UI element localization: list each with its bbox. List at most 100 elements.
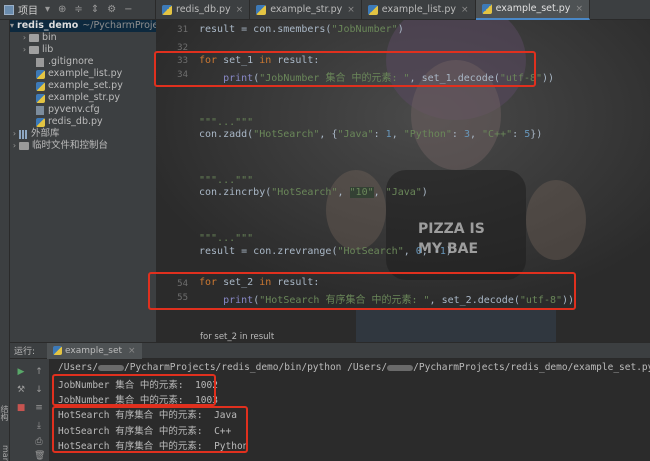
config-file-icon bbox=[36, 105, 44, 115]
tree-item-lib[interactable]: › lib bbox=[20, 44, 53, 56]
stop-icon[interactable]: ■ bbox=[16, 403, 26, 413]
line-number: 33 bbox=[177, 56, 188, 66]
line-number: 31 bbox=[177, 25, 188, 35]
tree-root-name: redis_demo bbox=[17, 20, 79, 31]
tree-item-label: .gitignore bbox=[48, 56, 94, 67]
scratches-icon bbox=[19, 142, 29, 150]
run-tab[interactable]: example_set × bbox=[47, 342, 142, 359]
console-output-line: HotSearch 有序集合 中的元素: Java bbox=[58, 410, 237, 421]
code-line-54[interactable]: for set_2 in result: bbox=[199, 277, 319, 288]
tree-item-bin[interactable]: › bin bbox=[20, 32, 57, 44]
collapse-icon[interactable]: ≑ bbox=[74, 4, 82, 15]
tree-item-external-libs[interactable]: › 外部库 bbox=[10, 128, 60, 140]
chevron-right-icon[interactable]: › bbox=[10, 128, 19, 140]
python-run-icon bbox=[53, 346, 63, 355]
gear-icon[interactable]: ⚙ bbox=[107, 4, 116, 15]
close-icon[interactable]: × bbox=[461, 5, 469, 15]
code-line-zincrby[interactable]: con.zincrby("HotSearch", "10", "Java") bbox=[199, 187, 428, 198]
hide-icon[interactable]: − bbox=[124, 4, 132, 15]
line-number: 54 bbox=[177, 279, 188, 289]
tree-item-example-list[interactable]: example_list.py bbox=[36, 68, 122, 80]
python-file-icon bbox=[162, 4, 172, 15]
scroll-up-icon[interactable]: ↑ bbox=[34, 367, 44, 377]
top-toolbar: 项目 ▾ ⊕ ≑ ⇕ ⚙ − redis_db.py × example_str… bbox=[0, 0, 650, 20]
expand-icon[interactable]: ⇕ bbox=[91, 4, 99, 15]
tree-root-path: ~/PycharmProjects bbox=[82, 20, 156, 31]
soft-wrap-icon[interactable]: ≡ bbox=[34, 403, 44, 413]
code-folded-docstring[interactable]: """...""" bbox=[199, 233, 253, 244]
redacted-username bbox=[98, 364, 125, 371]
tree-item-scratches[interactable]: › 临时文件和控制台 bbox=[10, 140, 108, 152]
tab-label: redis_db.py bbox=[176, 4, 231, 15]
folder-icon bbox=[29, 46, 39, 54]
code-line-33[interactable]: for set_1 in result: bbox=[199, 55, 319, 66]
python-file-icon bbox=[36, 81, 45, 91]
locate-icon[interactable]: ⊕ bbox=[58, 4, 66, 15]
run-console[interactable]: /Users//PycharmProjects/redis_demo/bin/p… bbox=[50, 359, 650, 461]
scroll-to-end-icon[interactable]: ⤓ bbox=[34, 421, 44, 431]
code-line-zadd[interactable]: con.zadd("HotSearch", {"Java": 1, "Pytho… bbox=[199, 129, 542, 140]
close-icon[interactable]: × bbox=[236, 5, 244, 15]
code-line-55[interactable]: print("HotSearch 有序集合 中的元素: ", set_2.dec… bbox=[199, 291, 574, 306]
tree-item-gitignore[interactable]: .gitignore bbox=[36, 56, 93, 68]
tab-redis-db[interactable]: redis_db.py × bbox=[156, 0, 251, 20]
tree-item-label: example_set.py bbox=[48, 80, 123, 91]
run-toolbar: ▶ ↑ ⚒ ↓ ■ ≡ ⤓ ⎙ 🗑 bbox=[10, 359, 50, 461]
close-icon[interactable]: × bbox=[347, 5, 355, 15]
python-file-icon bbox=[481, 3, 492, 14]
close-icon[interactable]: × bbox=[128, 346, 136, 356]
chevron-right-icon[interactable]: › bbox=[20, 44, 29, 56]
file-icon bbox=[36, 57, 44, 67]
chevron-down-icon[interactable]: ▾ bbox=[10, 20, 14, 32]
trash-icon[interactable]: 🗑 bbox=[34, 451, 45, 461]
tree-item-redis-db[interactable]: redis_db.py bbox=[36, 116, 103, 128]
tree-item-label: example_list.py bbox=[48, 68, 123, 79]
chevron-right-icon[interactable]: › bbox=[10, 140, 19, 152]
run-tab-label: example_set bbox=[65, 345, 123, 356]
rerun-icon[interactable]: ▶ bbox=[16, 367, 26, 377]
close-icon[interactable]: × bbox=[575, 4, 583, 14]
code-line-34[interactable]: print("JobNumber 集合 中的元素: ", set_1.decod… bbox=[199, 69, 554, 84]
python-file-icon bbox=[36, 117, 45, 127]
code-folded-docstring[interactable]: """...""" bbox=[199, 175, 253, 186]
bookmarks-tool-label[interactable]: marks bbox=[0, 445, 10, 461]
code-folded-docstring[interactable]: """...""" bbox=[199, 117, 253, 128]
code-line-zrevrange[interactable]: result = con.zrevrange("HotSearch", 0, -… bbox=[199, 246, 452, 257]
tree-item-label: lib bbox=[42, 44, 54, 55]
wrench-icon[interactable]: ⚒ bbox=[16, 385, 26, 395]
tree-item-label: 临时文件和控制台 bbox=[32, 140, 109, 151]
tree-item-label: example_str.py bbox=[48, 92, 121, 103]
tree-item-example-str[interactable]: example_str.py bbox=[36, 92, 120, 104]
chevron-down-icon[interactable]: ▾ bbox=[45, 4, 50, 15]
line-number: 32 bbox=[177, 43, 188, 53]
python-file-icon bbox=[36, 69, 45, 79]
code-line-31[interactable]: result = con.smembers("JobNumber") bbox=[199, 24, 404, 35]
chevron-right-icon[interactable]: › bbox=[20, 32, 29, 44]
tree-item-label: 外部库 bbox=[31, 128, 60, 139]
tree-item-pyvenv[interactable]: pyvenv.cfg bbox=[36, 104, 100, 116]
print-icon[interactable]: ⎙ bbox=[34, 437, 44, 447]
breadcrumb[interactable]: for set_2 in result bbox=[156, 332, 650, 342]
console-output-line: JobNumber 集合 中的元素: 1002 bbox=[58, 380, 218, 391]
code-editor[interactable]: 31 result = con.smembers("JobNumber") 32… bbox=[148, 20, 650, 332]
python-file-icon bbox=[367, 4, 378, 15]
project-tree: ▾ redis_demo ~/PycharmProjects › bin › l… bbox=[10, 20, 156, 342]
run-panel-title: 运行: bbox=[14, 347, 36, 357]
console-command: /Users//PycharmProjects/redis_demo/bin/p… bbox=[58, 362, 650, 373]
tab-example-set[interactable]: example_set.py × bbox=[475, 0, 590, 20]
library-icon bbox=[19, 129, 28, 139]
console-output-line: HotSearch 有序集合 中的元素: C++ bbox=[58, 426, 232, 437]
tab-example-str[interactable]: example_str.py × bbox=[250, 0, 362, 20]
tree-item-root[interactable]: ▾ redis_demo ~/PycharmProjects bbox=[10, 20, 156, 32]
run-panel-header: 运行: example_set × bbox=[10, 342, 650, 359]
project-tool-header[interactable]: 项目 ▾ ⊕ ≑ ⇕ ⚙ − bbox=[0, 0, 156, 20]
scroll-down-icon[interactable]: ↓ bbox=[34, 385, 44, 395]
left-tool-strip: 结构 marks bbox=[0, 20, 10, 461]
tab-label: example_list.py bbox=[381, 4, 457, 15]
tab-label: example_set.py bbox=[495, 3, 571, 14]
line-number: 34 bbox=[177, 70, 188, 80]
console-output-line: HotSearch 有序集合 中的元素: Python bbox=[58, 441, 249, 452]
structure-tool-label[interactable]: 结构 bbox=[0, 405, 10, 421]
tree-item-example-set[interactable]: example_set.py bbox=[36, 80, 123, 92]
tab-example-list[interactable]: example_list.py × bbox=[362, 0, 476, 20]
